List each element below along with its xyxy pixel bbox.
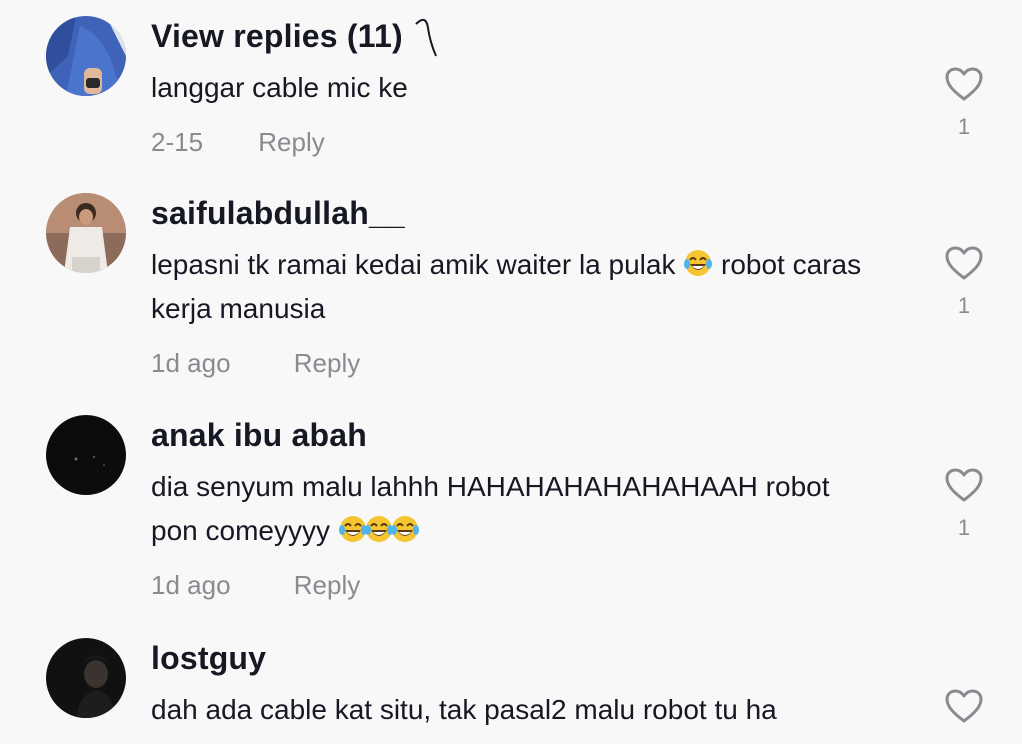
comment-text-content: langgar cable mic ke: [151, 72, 408, 103]
comment-meta: 2-15 Reply: [151, 124, 911, 160]
comment-text-content: dah ada cable kat situ, tak pasal2 malu …: [151, 694, 777, 725]
comment-text: dia senyum malu lahhh HAHAHAHAHAHAHAAH r…: [151, 465, 851, 553]
heart-outline-icon: [945, 468, 983, 502]
emoji-group: [338, 515, 419, 546]
dark-face-avatar-icon: [46, 638, 126, 718]
comment-username[interactable]: lostguy: [151, 638, 911, 678]
reply-button[interactable]: Reply: [294, 345, 360, 381]
reply-button[interactable]: Reply: [258, 124, 324, 160]
like-button[interactable]: 1: [940, 245, 988, 319]
comment-meta: 1d ago Reply: [151, 345, 911, 381]
like-button[interactable]: 1: [940, 66, 988, 140]
comments-list: View replies (11) langgar cable mic ke 2…: [0, 0, 1022, 744]
comment-username[interactable]: View replies (11): [151, 16, 911, 57]
scribble-mark-icon: [415, 18, 437, 57]
comment-text: dah ada cable kat situ, tak pasal2 malu …: [151, 688, 891, 732]
avatar[interactable]: [46, 193, 126, 273]
avatar[interactable]: [46, 415, 126, 495]
heart-outline-icon: [945, 689, 983, 723]
comment-text-content: dia senyum malu lahhh HAHAHAHAHAHAHAAH r…: [151, 471, 830, 546]
like-button[interactable]: 1: [940, 467, 988, 541]
heart-outline-icon: [945, 246, 983, 280]
avatar[interactable]: [46, 16, 126, 96]
comment-date: 1d ago: [151, 570, 231, 600]
reply-button[interactable]: Reply: [294, 567, 360, 603]
comment-username[interactable]: anak ibu abah: [151, 415, 911, 455]
comment-date: 1d ago: [151, 348, 231, 378]
like-count: 1: [957, 515, 971, 540]
comment-meta: 1d ago Reply: [151, 567, 911, 603]
like-count: 1: [957, 293, 971, 318]
person-blue-shirt-icon: [46, 16, 126, 96]
like-count: 1: [957, 114, 971, 139]
dark-night-avatar-icon: [46, 415, 126, 495]
comment-date: 2-15: [151, 127, 204, 157]
like-button[interactable]: [940, 688, 988, 724]
person-white-shirt-icon: [46, 193, 126, 273]
face-with-tears-of-joy-emoji: [390, 514, 420, 544]
comment-username[interactable]: saifulabdullah__: [151, 193, 911, 233]
comment-text-content: lepasni tk ramai kedai amik waiter la pu…: [151, 249, 676, 280]
view-replies-label[interactable]: View replies (11): [151, 18, 403, 54]
heart-outline-icon: [945, 67, 983, 101]
avatar[interactable]: [46, 638, 126, 718]
face-with-tears-of-joy-emoji: [683, 248, 713, 278]
comment-text: langgar cable mic ke: [151, 66, 891, 110]
comment-text: lepasni tk ramai kedai amik waiter la pu…: [151, 243, 891, 331]
